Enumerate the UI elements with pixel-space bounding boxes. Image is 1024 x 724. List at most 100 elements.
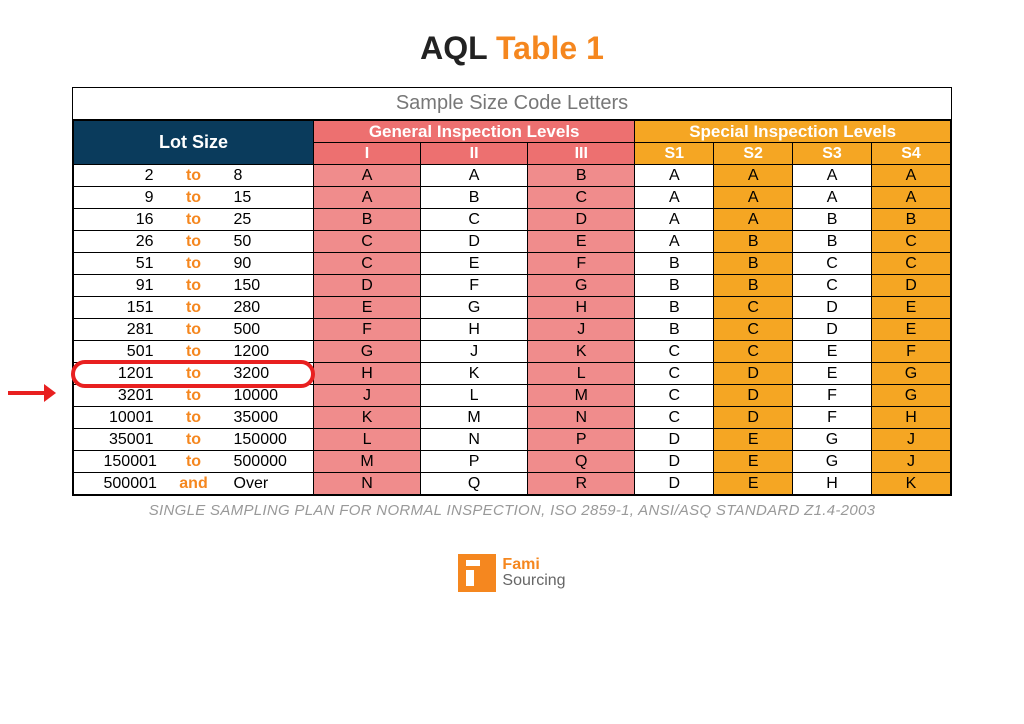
spec-cell: D — [635, 451, 714, 473]
spec-cell: C — [635, 407, 714, 429]
spec-cell: E — [714, 473, 793, 495]
table-row: 91to150DFGBBCD — [74, 275, 951, 297]
lot-size-cell: 35001to150000 — [74, 429, 314, 451]
spec-cell: E — [793, 363, 872, 385]
gen-cell: A — [314, 187, 421, 209]
table-row: 500001andOverNQRDEHK — [74, 473, 951, 495]
table-row: 151to280EGHBCDE — [74, 297, 951, 319]
gen-cell: Q — [528, 451, 635, 473]
lot-size-cell: 91to150 — [74, 275, 314, 297]
spec-cell: B — [871, 209, 950, 231]
spec-cell: J — [871, 429, 950, 451]
gen-cell: L — [421, 385, 528, 407]
table-row: 51to90CEFBBCC — [74, 253, 951, 275]
logo-icon — [458, 554, 496, 592]
spec-cell: D — [635, 429, 714, 451]
spec-cell: E — [793, 341, 872, 363]
spec-cell: D — [793, 319, 872, 341]
gen-cell: K — [314, 407, 421, 429]
gen-cell: C — [528, 187, 635, 209]
spec-cell: H — [793, 473, 872, 495]
spec-cell: G — [871, 385, 950, 407]
spec-cell: A — [714, 165, 793, 187]
gen-cell: H — [528, 297, 635, 319]
spec-cell: C — [714, 297, 793, 319]
gen-cell: E — [528, 231, 635, 253]
gen-cell: K — [528, 341, 635, 363]
gen-cell: Q — [421, 473, 528, 495]
table-row: 26to50CDEABBC — [74, 231, 951, 253]
spec-cell: A — [714, 209, 793, 231]
gen-cell: K — [421, 363, 528, 385]
general-levels-header: General Inspection Levels — [314, 121, 635, 143]
lot-size-cell: 151to280 — [74, 297, 314, 319]
spec-cell: C — [635, 363, 714, 385]
table-row: 35001to150000LNPDEGJ — [74, 429, 951, 451]
gen-cell: J — [421, 341, 528, 363]
gen-cell: P — [528, 429, 635, 451]
table-row: 281to500FHJBCDE — [74, 319, 951, 341]
spec-cell: G — [871, 363, 950, 385]
gen-cell: G — [421, 297, 528, 319]
gen-cell: L — [314, 429, 421, 451]
gen-cell: G — [314, 341, 421, 363]
spec-cell: A — [714, 187, 793, 209]
title-prefix: AQL — [420, 30, 487, 66]
table-row: 3201to10000JLMCDFG — [74, 385, 951, 407]
spec-cell: F — [793, 407, 872, 429]
gen-cell: N — [421, 429, 528, 451]
lot-size-cell: 2to8 — [74, 165, 314, 187]
title-suffix: Table 1 — [496, 30, 604, 66]
page-title: AQL Table 1 — [50, 30, 974, 67]
gen-cell: L — [528, 363, 635, 385]
table-row: 10001to35000KMNCDFH — [74, 407, 951, 429]
gen-cell: C — [421, 209, 528, 231]
gen-cell: F — [528, 253, 635, 275]
spec-cell: D — [635, 473, 714, 495]
spec-cell: B — [793, 231, 872, 253]
spec-cell: A — [635, 165, 714, 187]
gen-cell: G — [528, 275, 635, 297]
gen-cell: C — [314, 253, 421, 275]
gen-cell: M — [421, 407, 528, 429]
spec-cell: B — [714, 231, 793, 253]
spec-cell: E — [871, 297, 950, 319]
logo-text: Fami Sourcing — [502, 557, 565, 589]
footnote: SINGLE SAMPLING PLAN FOR NORMAL INSPECTI… — [50, 502, 974, 519]
spec-cell: A — [793, 187, 872, 209]
spec-cell: G — [793, 429, 872, 451]
gen-cell: R — [528, 473, 635, 495]
gen-cell: F — [421, 275, 528, 297]
spec-cell: D — [714, 385, 793, 407]
gen-cell: B — [421, 187, 528, 209]
lot-size-cell: 26to50 — [74, 231, 314, 253]
gen-cell: B — [314, 209, 421, 231]
spec-cell: C — [871, 231, 950, 253]
gen-cell: D — [528, 209, 635, 231]
gen-cell: P — [421, 451, 528, 473]
gen-cell: J — [314, 385, 421, 407]
gen-col-header: I — [314, 143, 421, 165]
spec-cell: G — [793, 451, 872, 473]
gen-cell: B — [528, 165, 635, 187]
spec-cell: B — [635, 275, 714, 297]
gen-cell: J — [528, 319, 635, 341]
highlight-arrow-icon — [8, 378, 56, 412]
gen-cell: E — [314, 297, 421, 319]
spec-cell: D — [793, 297, 872, 319]
gen-cell: H — [314, 363, 421, 385]
spec-cell: C — [714, 341, 793, 363]
table-row: 2to8AABAAAA — [74, 165, 951, 187]
spec-cell: C — [871, 253, 950, 275]
lot-size-cell: 3201to10000 — [74, 385, 314, 407]
lot-size-cell: 10001to35000 — [74, 407, 314, 429]
gen-cell: A — [314, 165, 421, 187]
lot-size-cell: 150001to500000 — [74, 451, 314, 473]
spec-cell: B — [714, 275, 793, 297]
spec-cell: B — [635, 297, 714, 319]
gen-cell: M — [314, 451, 421, 473]
table-row: 9to15ABCAAAA — [74, 187, 951, 209]
spec-cell: H — [871, 407, 950, 429]
spec-cell: E — [871, 319, 950, 341]
gen-cell: N — [528, 407, 635, 429]
